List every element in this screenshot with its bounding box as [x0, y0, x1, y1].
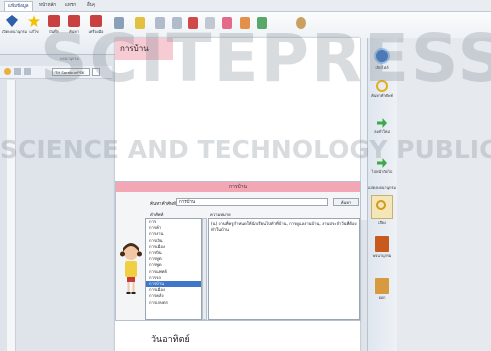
document-body-word: วันอาทิตย์ [151, 335, 190, 345]
dictionary-book-button[interactable]: พจนานุกรม [367, 236, 397, 259]
align-icon[interactable] [24, 68, 31, 75]
meaning-column-header: ความหมาย [210, 212, 231, 217]
search-button[interactable]: ค้นหา [333, 198, 359, 206]
door-exit-icon [375, 278, 389, 294]
magnifier-selected-icon [371, 195, 393, 219]
style-icon[interactable] [4, 68, 11, 75]
word-column-header: คำศัพท์ [150, 212, 164, 217]
girl-right-leg [132, 282, 135, 292]
girl-dress [125, 261, 137, 277]
tab-other[interactable]: อื่นๆ [84, 1, 98, 10]
girl-right-bun [137, 251, 142, 257]
book-red-icon [375, 236, 389, 252]
watermark-subtitle: SCIENCE AND TECHNOLOGY PUBLICATIONS [0, 135, 491, 164]
vertical-ruler [7, 80, 16, 351]
exit-label: ออก [378, 295, 386, 300]
arrow-right-icon [377, 118, 387, 128]
ribbon-tab-strip: แฟ้มข้อมูล หน้าหลัก แทรก อื่นๆ [0, 0, 491, 12]
girl-illustration [120, 243, 142, 294]
word-list-item[interactable]: การเกษตร [146, 300, 201, 306]
dictionary-book-label: พจนานุกรม [372, 253, 392, 258]
next-page-label: ไปหน้าถัดไป [371, 169, 393, 174]
girl-skirt [127, 277, 135, 282]
word-list-scrollbar[interactable] [202, 218, 207, 320]
paragraph-icon[interactable] [14, 68, 21, 75]
sound-button[interactable]: เสียง [367, 195, 397, 226]
dictionary-title: การบ้าน [116, 182, 360, 192]
sound-label: เสียง [378, 220, 386, 225]
open-dictionary-label: เปิดพจนานุกรม [2, 29, 28, 34]
open-dictionary-button[interactable]: เปิดพจนานุกรม [2, 15, 28, 35]
tab-home[interactable]: หน้าหลัก [36, 1, 59, 10]
search-label: ค้นหาคำศัพท์: [150, 202, 178, 207]
add-word-button[interactable]: ลงคำใหม่ [367, 118, 397, 135]
book-icon [6, 15, 18, 27]
search-input[interactable]: การบ้าน [176, 198, 328, 206]
tab-insert[interactable]: แทรก [62, 1, 79, 10]
word-list[interactable]: การ การค้า การงาน การเงิน การเมือง การบิน การท… [145, 218, 202, 320]
tab-file[interactable]: แฟ้มข้อมูล [4, 1, 33, 11]
girl-left-bun [120, 251, 125, 257]
girl-right-shoe [131, 292, 136, 294]
show-dictionary-button[interactable]: แสดงพจนานุกรม [367, 184, 397, 191]
girl-left-leg [127, 282, 130, 292]
exit-button[interactable]: ออก [367, 278, 397, 301]
star-icon [28, 15, 40, 27]
watermark-title: SCITEPRESS [40, 20, 491, 97]
show-dictionary-label: แสดงพจนานุกรม [368, 185, 396, 190]
girl-left-shoe [126, 292, 131, 294]
meaning-text: (น) งานที่ครูกำหนดให้นักเรียนไปทำที่บ้าน… [208, 218, 360, 320]
